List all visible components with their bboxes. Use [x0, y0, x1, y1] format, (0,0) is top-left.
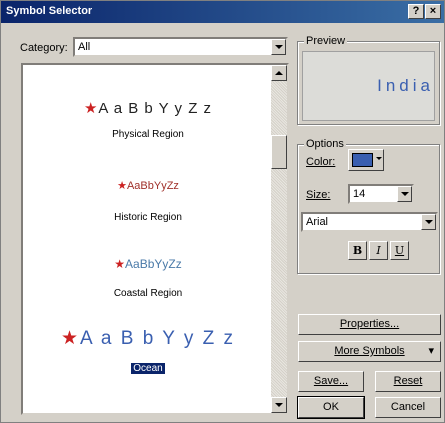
- chevron-down-icon[interactable]: [271, 39, 286, 55]
- symbol-name-selected: Ocean: [130, 362, 166, 375]
- properties-button[interactable]: Properties...: [298, 314, 441, 335]
- bold-button[interactable]: B: [348, 241, 367, 260]
- preview-label: Preview: [304, 35, 348, 47]
- star-icon: ★: [117, 180, 127, 192]
- size-label: Size:: [306, 189, 331, 201]
- save-label: Save...: [313, 375, 349, 387]
- close-button[interactable]: ×: [425, 4, 441, 19]
- save-button[interactable]: Save...: [298, 371, 364, 392]
- underline-button[interactable]: U: [390, 241, 409, 260]
- font-dropdown[interactable]: Arial: [301, 212, 438, 232]
- star-icon: ★: [60, 328, 81, 349]
- symbol-name: Coastal Region: [113, 288, 183, 299]
- symbol-selector-window: Symbol Selector ? × Category: All ★A a B…: [0, 0, 445, 423]
- window-title: Symbol Selector: [6, 5, 93, 17]
- symbol-sample: A a B b Y y Z z: [80, 328, 236, 349]
- chevron-down-icon: ▾: [428, 345, 434, 357]
- reset-label: Reset: [393, 375, 423, 387]
- category-label: Category:: [20, 42, 68, 54]
- list-scrollbar[interactable]: [271, 65, 287, 413]
- italic-button[interactable]: I: [369, 241, 388, 260]
- more-symbols-label: More Symbols: [334, 345, 405, 357]
- color-swatch: [352, 153, 373, 167]
- category-value: All: [78, 41, 91, 53]
- preview-group: Preview India: [297, 35, 440, 125]
- cancel-button[interactable]: Cancel: [375, 397, 441, 418]
- ok-button[interactable]: OK: [297, 396, 365, 419]
- symbol-name: Physical Region: [112, 129, 184, 140]
- options-label: Options: [304, 138, 346, 150]
- list-item[interactable]: ★AaBbYyZz Coastal Region: [23, 257, 273, 299]
- size-value: 14: [353, 188, 366, 200]
- symbol-list[interactable]: ★A a B b Y y Z z Physical Region ★AaBbYy…: [21, 63, 289, 415]
- symbol-name: Historic Region: [114, 212, 182, 223]
- font-value: Arial: [306, 216, 329, 228]
- scroll-up-button[interactable]: [271, 65, 287, 81]
- reset-button[interactable]: Reset: [375, 371, 441, 392]
- category-dropdown[interactable]: All: [73, 37, 288, 57]
- scroll-thumb[interactable]: [271, 135, 287, 169]
- list-item[interactable]: ★A a B b Y y Z z Ocean: [23, 327, 273, 375]
- more-symbols-button[interactable]: More Symbols ▾: [298, 341, 441, 362]
- color-picker-button[interactable]: [348, 149, 384, 171]
- title-bar[interactable]: Symbol Selector ? ×: [1, 1, 444, 23]
- chevron-down-icon[interactable]: [397, 186, 412, 202]
- scroll-down-button[interactable]: [271, 397, 287, 413]
- list-item[interactable]: ★A a B b Y y Z z Physical Region: [23, 99, 273, 140]
- properties-label: Properties...: [339, 318, 400, 330]
- help-button[interactable]: ?: [408, 4, 424, 19]
- star-icon: ★: [83, 100, 99, 117]
- symbol-sample: AaBbYyZz: [125, 257, 182, 271]
- chevron-down-icon[interactable]: [421, 214, 436, 230]
- list-item[interactable]: ★AaBbYyZz Historic Region: [23, 179, 273, 223]
- preview-text: India: [377, 76, 434, 95]
- color-label: Color:: [306, 156, 336, 168]
- chevron-down-icon: [376, 157, 382, 160]
- symbol-sample: A a B b Y y Z z: [98, 100, 213, 117]
- star-icon: ★: [114, 257, 126, 271]
- symbol-sample: AaBbYyZz: [126, 180, 179, 192]
- size-dropdown[interactable]: 14: [348, 184, 414, 204]
- preview-area: India: [302, 51, 435, 121]
